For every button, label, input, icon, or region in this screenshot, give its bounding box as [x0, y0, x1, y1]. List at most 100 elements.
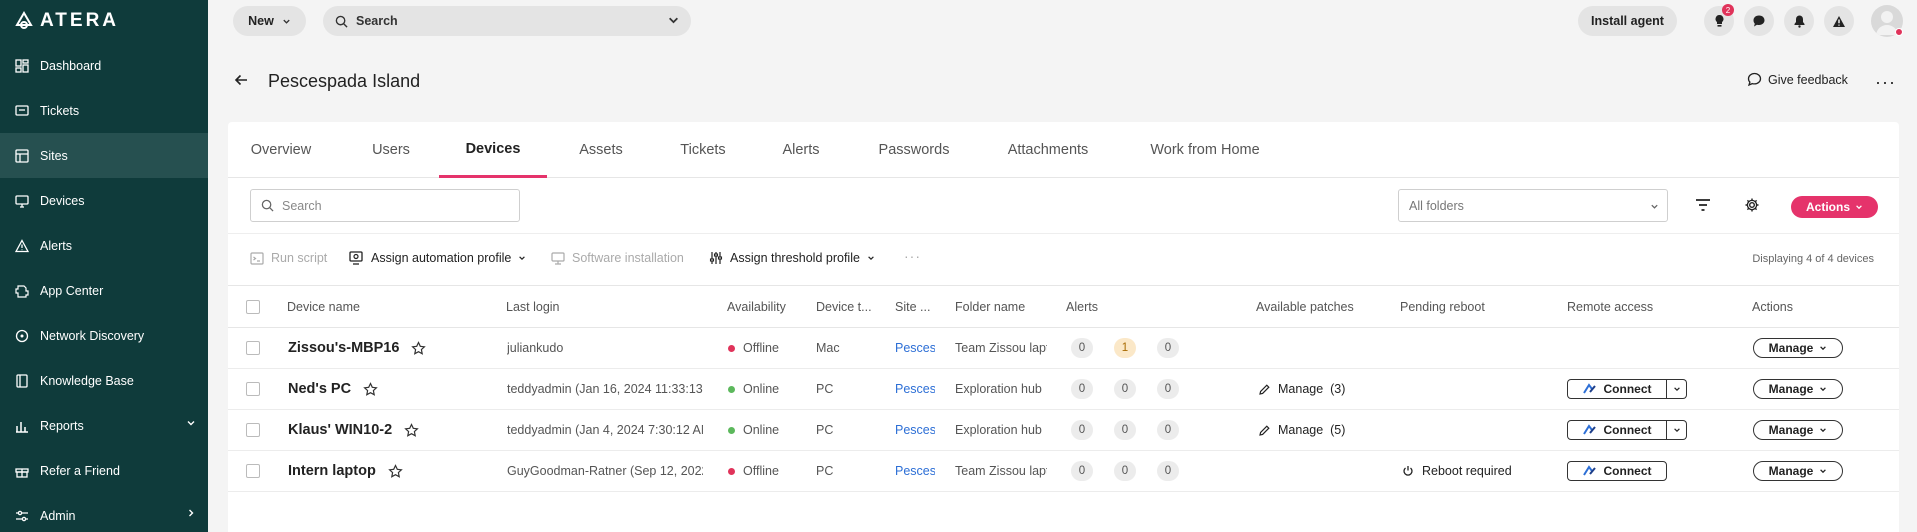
alert-count-pill[interactable]: 0 [1157, 338, 1179, 358]
sidebar-item-knowledge-base[interactable]: Knowledge Base [0, 358, 208, 403]
manage-button[interactable]: Manage [1753, 379, 1843, 399]
connect-options-button[interactable] [1667, 420, 1687, 440]
alert-count-pill[interactable]: 0 [1157, 461, 1179, 481]
software-installation-button[interactable]: Software installation [551, 251, 684, 265]
header-available-patches[interactable]: Available patches [1256, 286, 1386, 328]
sidebar-item-app-center[interactable]: App Center [0, 268, 208, 313]
row-checkbox[interactable] [246, 382, 260, 396]
sidebar-item-devices[interactable]: Devices [0, 178, 208, 223]
new-button[interactable]: New [233, 6, 306, 36]
tab-passwords[interactable]: Passwords [875, 122, 953, 178]
manage-patches-link[interactable]: Manage (3) [1258, 382, 1345, 396]
star-icon[interactable] [388, 463, 403, 479]
tab-users[interactable]: Users [371, 122, 411, 178]
header-remote-access[interactable]: Remote access [1567, 286, 1677, 328]
device-search-input[interactable]: Search [250, 189, 520, 222]
tab-devices[interactable]: Devices [439, 122, 547, 178]
sidebar-item-dashboard[interactable]: Dashboard [0, 43, 208, 88]
site-link[interactable]: Pescespada Island [895, 382, 935, 396]
manage-button-label: Manage [1768, 464, 1814, 478]
filter-icon[interactable] [1695, 198, 1711, 212]
tab-alerts[interactable]: Alerts [778, 122, 824, 178]
header-availability[interactable]: Availability [727, 286, 797, 328]
install-agent-button[interactable]: Install agent [1578, 6, 1677, 36]
sidebar-item-label: Refer a Friend [40, 463, 120, 478]
alert-count-pill[interactable]: 0 [1157, 379, 1179, 399]
header-device-name[interactable]: Device name [287, 286, 457, 328]
device-name-link[interactable]: Intern laptop [288, 463, 376, 479]
atera-logo[interactable]: ATERA [14, 10, 119, 32]
header-alerts[interactable]: Alerts [1066, 286, 1146, 328]
row-checkbox[interactable] [246, 341, 260, 355]
alert-count-pill[interactable]: 0 [1071, 461, 1093, 481]
header-pending-reboot[interactable]: Pending reboot [1400, 286, 1520, 328]
header-folder-name[interactable]: Folder name [955, 286, 1055, 328]
chat-button[interactable] [1744, 6, 1774, 36]
chevron-down-icon[interactable] [186, 418, 196, 428]
manage-button[interactable]: Manage [1753, 461, 1843, 481]
tab-attachments[interactable]: Attachments [1004, 122, 1092, 178]
sidebar-item-refer-a-friend[interactable]: Refer a Friend [0, 448, 208, 493]
connect-button[interactable]: Connect [1567, 461, 1667, 481]
table-row[interactable]: Intern laptop GuyGoodman-Ratner (Sep 12,… [228, 451, 1899, 492]
sidebar-item-admin[interactable]: Admin [0, 493, 208, 532]
star-icon[interactable] [363, 381, 378, 397]
device-name-link[interactable]: Ned's PC [288, 381, 351, 397]
row-checkbox[interactable] [246, 464, 260, 478]
give-feedback-link[interactable]: Give feedback [1747, 72, 1848, 87]
connect-options-button[interactable] [1667, 379, 1687, 399]
sidebar-item-alerts[interactable]: Alerts [0, 223, 208, 268]
sidebar-item-network-discovery[interactable]: Network Discovery [0, 313, 208, 358]
sidebar-item-reports[interactable]: Reports [0, 403, 208, 448]
alert-count-pill[interactable]: 0 [1114, 420, 1136, 440]
alert-count-pill[interactable]: 1 [1114, 338, 1136, 358]
warning-button[interactable] [1824, 6, 1854, 36]
more-tools-icon[interactable]: ··· [904, 248, 921, 264]
assign-threshold-profile-button[interactable]: Assign threshold profile [709, 251, 875, 265]
connect-button[interactable]: Connect [1567, 379, 1667, 399]
alert-count-pill[interactable]: 0 [1071, 379, 1093, 399]
connect-button[interactable]: Connect [1567, 420, 1667, 440]
sidebar-item-sites[interactable]: Sites [0, 133, 208, 178]
alert-count-pill[interactable]: 0 [1071, 420, 1093, 440]
tab-overview[interactable]: Overview [250, 122, 312, 178]
lightbulb-button[interactable]: 2 [1704, 4, 1734, 36]
actions-button[interactable]: Actions [1791, 196, 1878, 218]
table-row[interactable]: Ned's PC teddyadmin (Jan 16, 2024 11:33:… [228, 369, 1899, 410]
star-icon[interactable] [404, 422, 419, 438]
alert-count-pill[interactable]: 0 [1071, 338, 1093, 358]
row-checkbox[interactable] [246, 423, 260, 437]
device-name-link[interactable]: Zissou's-MBP16 [288, 340, 399, 356]
global-search[interactable]: Search [323, 6, 691, 36]
run-script-button[interactable]: Run script [250, 251, 327, 265]
sidebar-item-tickets[interactable]: Tickets [0, 88, 208, 133]
header-last-login[interactable]: Last login [506, 286, 666, 328]
manage-button[interactable]: Manage [1753, 338, 1843, 358]
tab-assets[interactable]: Assets [574, 122, 628, 178]
header-device-type[interactable]: Device t... [816, 286, 876, 328]
back-arrow-icon[interactable] [233, 72, 249, 88]
table-row[interactable]: Klaus' WIN10-2 teddyadmin (Jan 4, 2024 7… [228, 410, 1899, 451]
site-link[interactable]: Pescespada Island [895, 341, 935, 355]
table-row[interactable]: Zissou's-MBP16 juliankudo Offline Mac Pe… [228, 328, 1899, 369]
device-name-link[interactable]: Klaus' WIN10-2 [288, 422, 392, 438]
manage-button[interactable]: Manage [1753, 420, 1843, 440]
assign-automation-profile-button[interactable]: Assign automation profile [349, 251, 526, 265]
remote-access-cell: Connect [1567, 451, 1667, 491]
alert-count-pill[interactable]: 0 [1114, 461, 1136, 481]
alert-count-pill[interactable]: 0 [1114, 379, 1136, 399]
settings-gear-icon[interactable] [1744, 197, 1760, 213]
site-link[interactable]: Pescespada Island [895, 423, 935, 437]
more-options-icon[interactable]: ··· [1875, 72, 1896, 93]
alert-count-pill[interactable]: 0 [1157, 420, 1179, 440]
select-all-checkbox[interactable] [246, 300, 260, 314]
header-site[interactable]: Site ... [895, 286, 937, 328]
manage-patches-link[interactable]: Manage (5) [1258, 423, 1345, 437]
tab-work-from-home[interactable]: Work from Home [1143, 122, 1267, 178]
chevron-right-icon[interactable] [186, 508, 196, 518]
star-icon[interactable] [411, 340, 427, 356]
site-link[interactable]: Pescespada Island [895, 464, 935, 478]
tab-tickets[interactable]: Tickets [676, 122, 730, 178]
folders-select[interactable]: All folders [1398, 189, 1668, 222]
notifications-button[interactable] [1784, 6, 1814, 36]
